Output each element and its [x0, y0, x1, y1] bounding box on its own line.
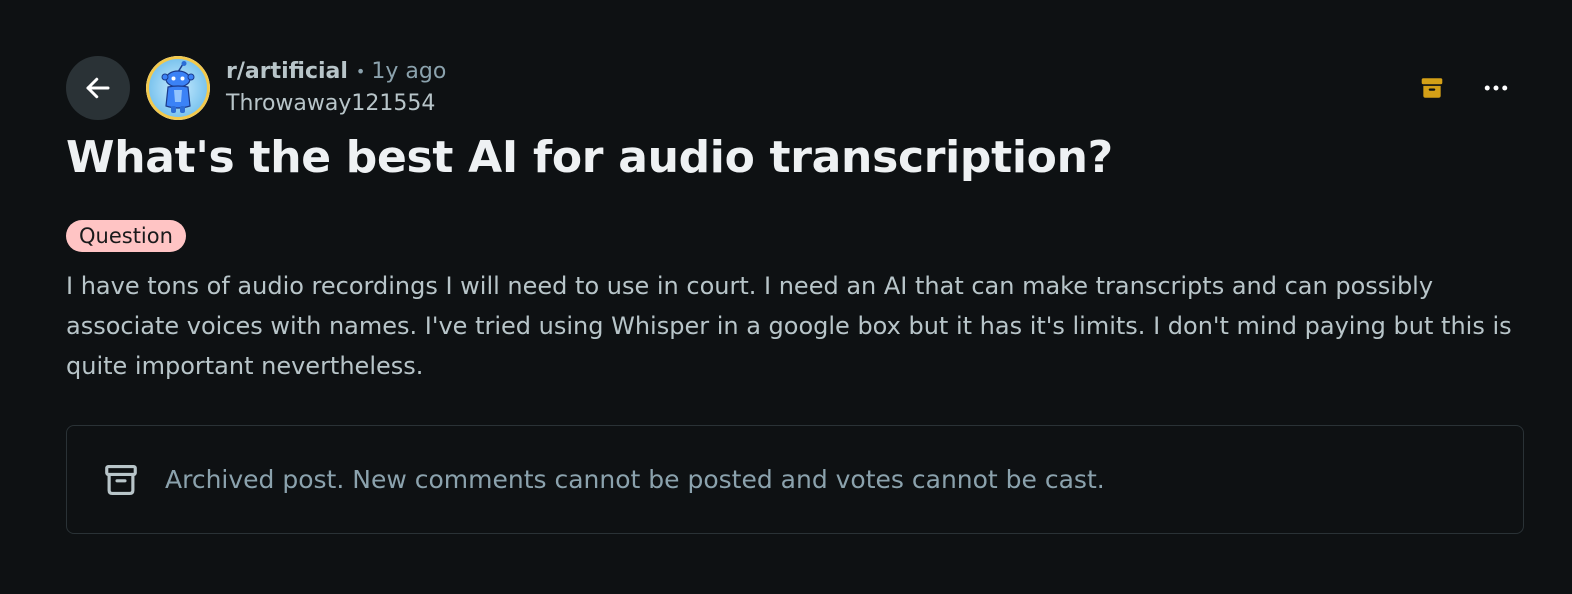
snoo-avatar-icon	[146, 56, 210, 120]
archive-status-button[interactable]	[1412, 68, 1452, 108]
subreddit-link[interactable]: r/artificial	[226, 56, 348, 88]
post-title: What's the best AI for audio transcripti…	[66, 132, 1113, 183]
subreddit-avatar[interactable]	[146, 56, 210, 120]
author-link[interactable]: Throwaway121554	[226, 88, 446, 120]
post-flair[interactable]: Question	[66, 220, 186, 252]
more-options-button[interactable]	[1476, 68, 1516, 108]
post-header: r/artificial • 1y ago Throwaway121554	[66, 56, 446, 120]
archived-notice: Archived post. New comments cannot be po…	[66, 425, 1524, 534]
arrow-left-icon	[86, 77, 110, 99]
post-meta: r/artificial • 1y ago Throwaway121554	[226, 56, 446, 120]
archived-notice-text: Archived post. New comments cannot be po…	[165, 465, 1105, 494]
post-body: I have tons of audio recordings I will n…	[66, 272, 1512, 380]
meta-separator: •	[355, 62, 366, 81]
more-horizontal-icon	[1484, 85, 1508, 91]
archive-box-icon	[1421, 78, 1443, 98]
back-button[interactable]	[66, 56, 130, 120]
post-page: r/artificial • 1y ago Throwaway121554 Wh…	[0, 0, 1572, 594]
post-age: 1y ago	[371, 59, 447, 84]
post-actions	[1412, 68, 1516, 108]
archive-outline-icon	[101, 460, 141, 500]
post-meta-top: r/artificial • 1y ago	[226, 56, 446, 88]
